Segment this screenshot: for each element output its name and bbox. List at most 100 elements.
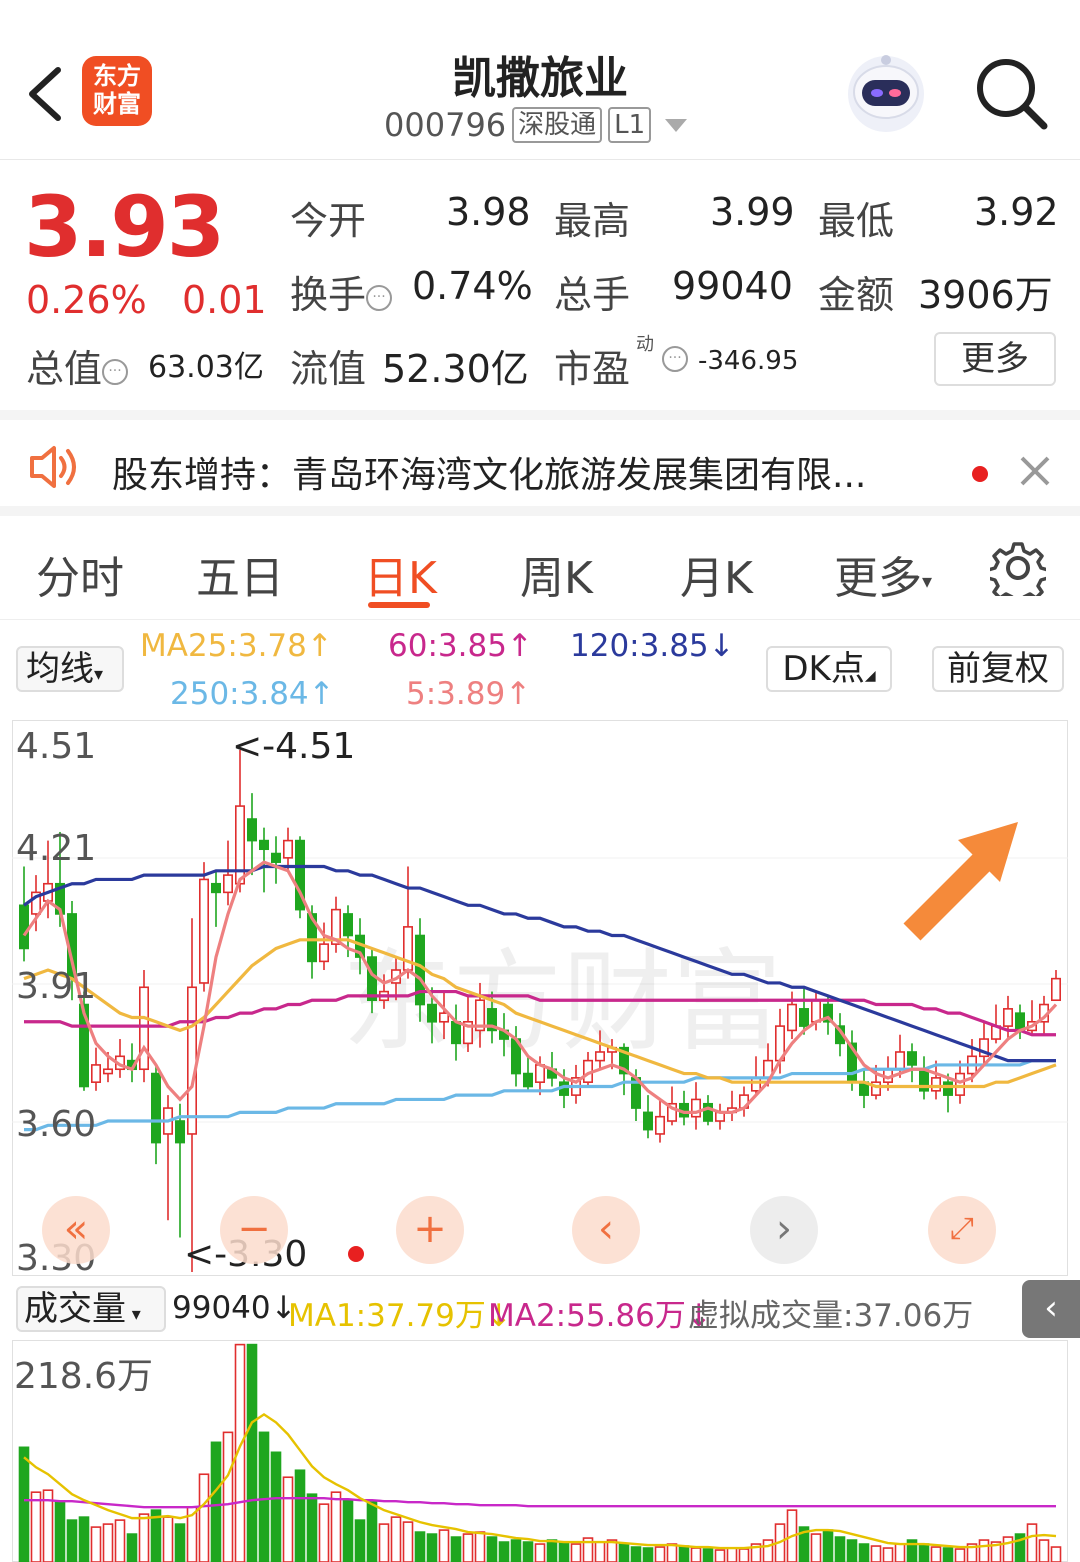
volume-bar (462, 1533, 474, 1562)
speaker-icon (30, 446, 76, 488)
volume-bar (666, 1543, 678, 1562)
volume-bar (942, 1547, 954, 1562)
amount-value: 3906万 (918, 273, 1053, 317)
open-value: 3.98 (446, 190, 531, 234)
volume-bar (522, 1541, 534, 1562)
volume-bar (846, 1539, 858, 1562)
volume-bar (198, 1473, 210, 1562)
candle (199, 862, 210, 992)
vol-ma1-value: MA1:37.79万↓ (288, 1298, 512, 1334)
turnover-label: 换手 ··· (290, 264, 393, 319)
step-back-button[interactable]: ‹ (572, 1196, 640, 1264)
tab-monthly-k[interactable]: 月K (680, 542, 753, 606)
volume-indicator-select[interactable]: 成交量 ▾ (16, 1286, 166, 1332)
volume-bar (978, 1539, 990, 1562)
more-button[interactable]: 更多 (934, 332, 1056, 386)
volume-bar (318, 1503, 330, 1562)
high-value: 3.99 (710, 190, 795, 234)
period-tabs: 分时 五日 日K 周K 月K 更多▾ (0, 516, 1080, 620)
volume-bar (438, 1529, 450, 1562)
dk-point-button[interactable]: DK点◢ (766, 646, 892, 692)
tab-intraday[interactable]: 分时 (36, 542, 124, 606)
volume-bar (474, 1531, 486, 1562)
caret-down-icon[interactable] (665, 118, 688, 132)
tab-five-day[interactable]: 五日 (196, 542, 284, 606)
robot-assistant-icon[interactable] (842, 48, 930, 136)
notice-bar[interactable]: 股东增持：青岛环海湾文化旅游发展集团有限... (0, 410, 1080, 516)
volume-bar (810, 1533, 822, 1562)
tab-weekly-k[interactable]: 周K (520, 542, 593, 606)
fast-backward-button[interactable]: « (42, 1196, 110, 1264)
volume-bar (258, 1431, 270, 1562)
mktcap-value: 63.03亿 (148, 350, 264, 385)
open-label: 今开 (290, 199, 367, 243)
volume-bar (306, 1493, 318, 1562)
float-value: 52.30亿 (382, 347, 529, 391)
zoom-out-button[interactable]: − (220, 1196, 288, 1264)
settings-gear-icon[interactable] (990, 540, 1046, 596)
volume-bar (882, 1547, 894, 1562)
current-price: 3.93 (24, 178, 225, 276)
zoom-in-button[interactable]: + (396, 1196, 464, 1264)
notice-text[interactable]: 股东增持：青岛环海湾文化旅游发展集团有限... (112, 446, 866, 498)
volume-bar (546, 1539, 558, 1562)
volume-bar (738, 1548, 750, 1562)
step-forward-button[interactable]: › (750, 1196, 818, 1264)
volume-bar (450, 1536, 462, 1562)
volume-bar (66, 1519, 78, 1562)
adjust-price-button[interactable]: 前复权 (932, 646, 1064, 692)
change-percent: 0.26% (26, 278, 147, 322)
search-icon[interactable] (974, 56, 1050, 132)
volume-bar (414, 1531, 426, 1562)
ma250-value: 250:3.84↑ (170, 676, 335, 712)
volume-value: 99040 (672, 264, 793, 308)
volume-bar (402, 1521, 414, 1562)
volume-bar (570, 1543, 582, 1562)
turnover-value: 0.74% (412, 264, 533, 308)
volume-bar (282, 1476, 294, 1562)
volume-bar (690, 1547, 702, 1562)
candlestick-chart[interactable]: 东方财富 4.51 4.21 3.91 3.60 3.30 <-4.51 <-3… (12, 720, 1068, 1276)
volume-bar (486, 1536, 498, 1562)
quote-panel: 3.93 0.26% 0.01 今开 3.98 最高 3.99 最低 3.92 … (0, 160, 1080, 410)
close-icon[interactable] (1018, 454, 1052, 488)
volume-bar (126, 1533, 138, 1562)
collapse-panel-button[interactable]: ‹ (1022, 1280, 1080, 1338)
low-value: 3.92 (974, 190, 1059, 234)
volume-bar (678, 1545, 690, 1562)
info-icon[interactable]: ··· (102, 358, 129, 385)
volume-chart[interactable]: 218.6万 (12, 1340, 1068, 1562)
fullscreen-button[interactable]: ⤢ (928, 1196, 996, 1264)
volume-bar (54, 1501, 66, 1562)
tab-daily-k[interactable]: 日K (364, 542, 437, 606)
stock-code: 000796 (384, 106, 507, 144)
volume-bar (246, 1343, 258, 1562)
event-dot[interactable] (348, 1246, 364, 1262)
volume-bar (726, 1547, 738, 1562)
info-icon[interactable]: ··· (662, 346, 688, 372)
volume-bar (534, 1543, 546, 1562)
volume-bar (1026, 1523, 1038, 1562)
amount-label: 金额 (818, 273, 895, 317)
volume-bar (834, 1536, 846, 1562)
volume-bar (18, 1446, 30, 1562)
virtual-volume: 虚拟成交量:37.06万 (688, 1298, 974, 1334)
volume-bar (102, 1523, 114, 1562)
high-label: 最高 (554, 199, 631, 243)
y-tick-top: 4.51 (16, 726, 96, 767)
ma120-value: 120:3.85↓ (570, 628, 735, 664)
volume-bar (174, 1523, 186, 1562)
ma25-value: MA25:3.78↑ (140, 628, 333, 664)
tab-more[interactable]: 更多▾ (834, 542, 932, 606)
pe-value: -346.95 (698, 346, 799, 376)
unread-dot (972, 466, 988, 482)
volume-bar (1050, 1546, 1062, 1562)
info-icon[interactable]: ··· (366, 284, 393, 311)
level-tag: L1 (608, 107, 652, 143)
volume-bar (618, 1543, 630, 1562)
volume-bar (954, 1548, 966, 1562)
indicator-select[interactable]: 均线▾ (16, 646, 124, 692)
y-tick-4: 3.60 (16, 1104, 96, 1145)
volume-bar (702, 1548, 714, 1562)
float-label: 流值 (290, 347, 367, 391)
